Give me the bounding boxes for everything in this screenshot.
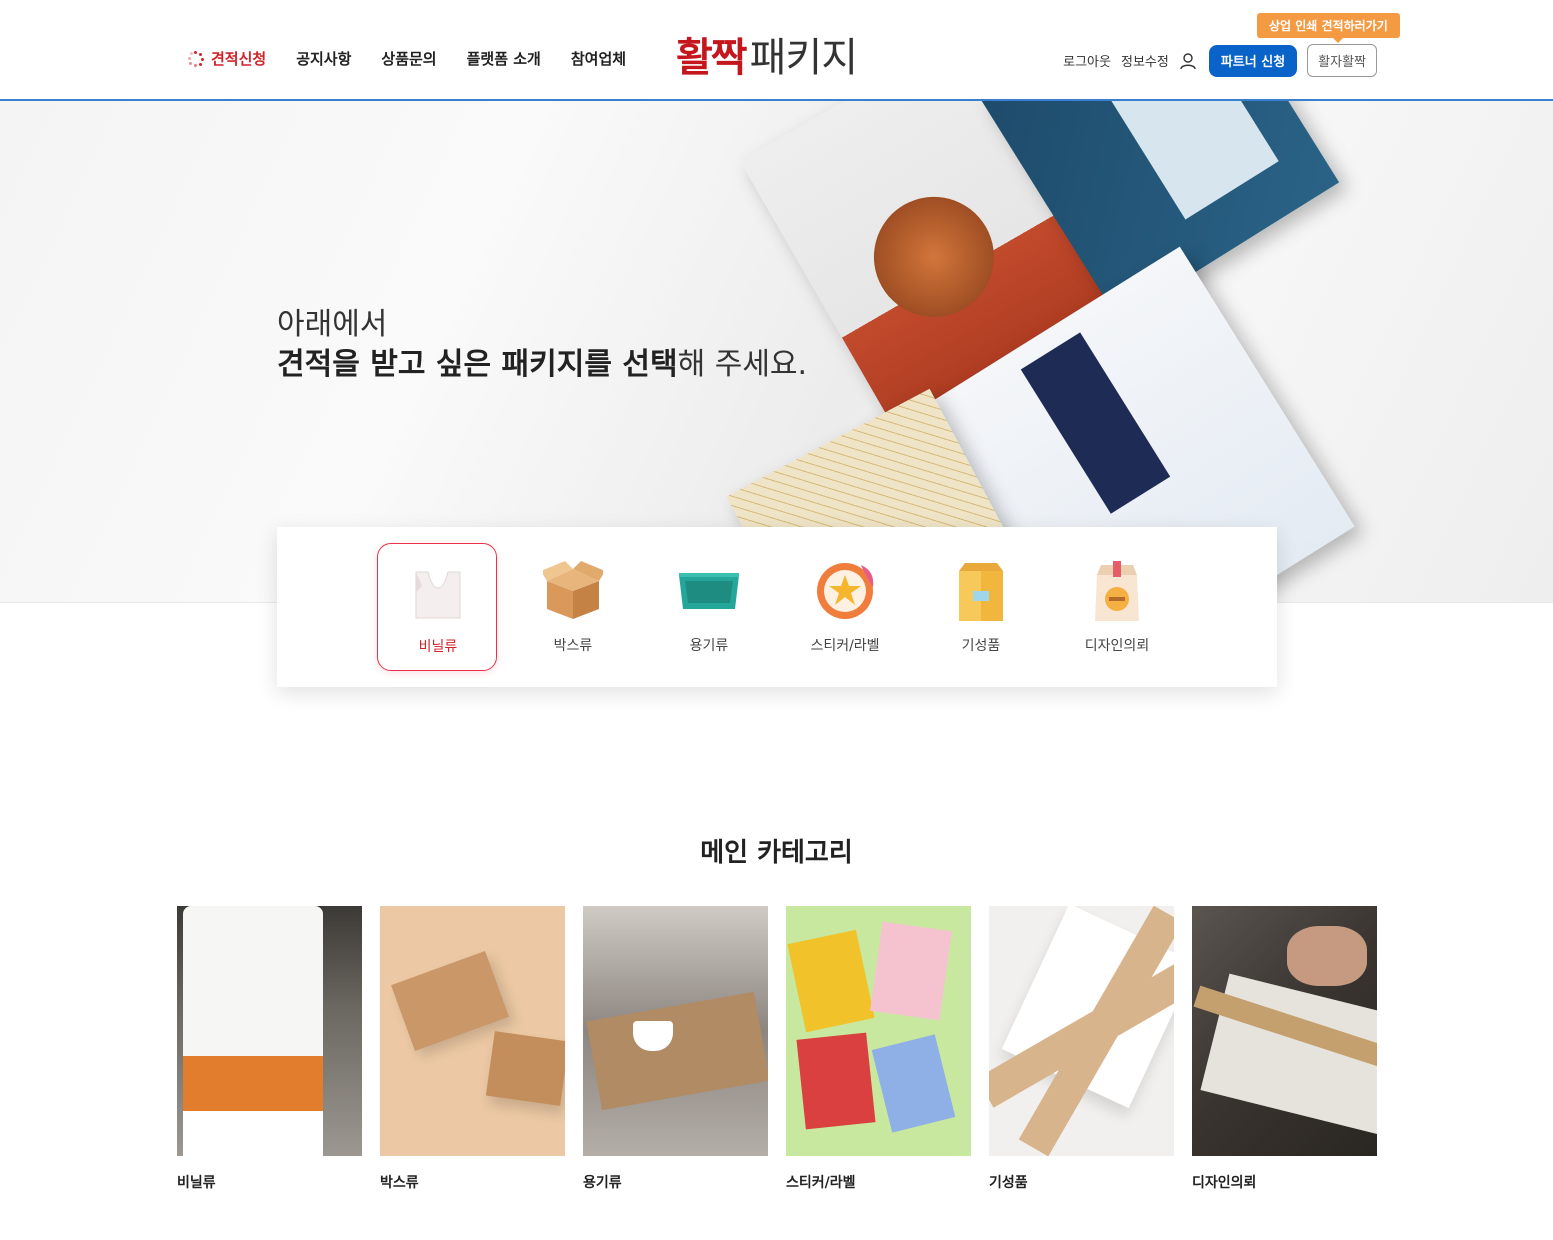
- main-category-card-vinyl[interactable]: 비닐류: [177, 906, 362, 1192]
- card-image: [786, 906, 971, 1156]
- box-shape: [391, 951, 509, 1051]
- nav-label: 공지사항: [296, 50, 352, 68]
- card-image: [989, 906, 1174, 1156]
- nav-item-inquiry[interactable]: 상품문의: [381, 48, 436, 69]
- design-request-icon: [1095, 561, 1139, 621]
- card-label: 용기류: [583, 1175, 622, 1191]
- card-label: 스티커/라벨: [786, 1175, 856, 1191]
- container-tray-icon: [679, 573, 739, 609]
- user-icon[interactable]: [1179, 52, 1197, 70]
- main-nav: 견적신청 공지사항 상품문의 플랫폼 소개 참여업체: [188, 48, 656, 69]
- card-label: 디자인의뢰: [1192, 1175, 1257, 1191]
- coffee-bag-shape: [183, 906, 323, 1156]
- logout-link[interactable]: 로그아웃: [1063, 51, 1111, 70]
- main-category-card-container[interactable]: 용기류: [583, 906, 768, 1192]
- card-image: [1192, 906, 1377, 1156]
- package-label: [1020, 332, 1171, 514]
- util-menu: 로그아웃 정보수정 파트너 신청 활자활짝: [1063, 44, 1377, 77]
- card-image: [583, 906, 768, 1156]
- partner-apply-button[interactable]: 파트너 신청: [1208, 44, 1298, 77]
- category-tab-vinyl[interactable]: 비닐류: [377, 543, 497, 671]
- tray-shape: [586, 991, 768, 1111]
- card-label: 기성품: [989, 1175, 1028, 1191]
- category-tab-label: 박스류: [553, 638, 593, 654]
- main-category-card-design[interactable]: 디자인의뢰: [1192, 906, 1377, 1192]
- nav-label: 상품문의: [381, 50, 437, 68]
- ready-made-bag-icon: [959, 563, 1003, 621]
- commercial-print-tooltip[interactable]: 상업 인쇄 견적하러가기: [1257, 13, 1400, 43]
- category-tab-box[interactable]: 박스류: [513, 543, 633, 671]
- sticky-memo: [870, 921, 952, 1021]
- nav-item-notice[interactable]: 공지사항: [296, 48, 351, 69]
- main-category-card-sticker[interactable]: 스티커/라벨: [786, 906, 971, 1192]
- card-label: 박스류: [380, 1175, 419, 1191]
- category-tab-label: 스티커/라벨: [810, 638, 880, 654]
- hero-line-2: 견적을 받고 싶은 패키지를 선택해 주세요.: [277, 345, 807, 385]
- vinyl-bag-icon: [415, 571, 461, 619]
- site-header: 견적신청 공지사항 상품문의 플랫폼 소개 참여업체 활짝 패키지 로그아웃 정…: [0, 0, 1553, 101]
- main-category-card-readymade[interactable]: 기성품: [989, 906, 1174, 1192]
- logo-text-sub: 패키지: [749, 35, 858, 81]
- box-icon: [543, 561, 603, 619]
- sticky-memo: [871, 1034, 956, 1133]
- edit-info-link[interactable]: 정보수정: [1121, 51, 1169, 70]
- card-image: [177, 906, 362, 1156]
- category-tab-sticker[interactable]: 스티커/라벨: [785, 543, 905, 671]
- category-tab-container[interactable]: 용기류: [649, 543, 769, 671]
- card-label: 비닐류: [177, 1175, 216, 1191]
- category-tab-label: 용기류: [689, 638, 729, 654]
- nav-item-platform[interactable]: 플랫폼 소개: [467, 48, 541, 69]
- hero-text: 아래에서 견적을 받고 싶은 패키지를 선택해 주세요.: [277, 305, 807, 385]
- nav-label: 견적신청: [211, 50, 267, 68]
- nav-label: 플랫폼 소개: [466, 50, 541, 68]
- main-category-card-box[interactable]: 박스류: [380, 906, 565, 1192]
- brand-link-button[interactable]: 활자활짝: [1307, 44, 1377, 77]
- hero-line-1: 아래에서: [277, 307, 388, 342]
- spinner-icon: [188, 50, 204, 67]
- box-shape: [485, 1031, 565, 1106]
- category-selector: 비닐류 박스류 용기류 스티커/라벨 기성품 디자인의뢰: [277, 527, 1277, 687]
- sticker-label-icon: [817, 563, 874, 619]
- nav-label: 참여업체: [570, 50, 627, 68]
- category-tab-readymade[interactable]: 기성품: [921, 543, 1041, 671]
- nav-item-partners[interactable]: 참여업체: [571, 48, 626, 69]
- sticky-memo: [787, 929, 875, 1033]
- category-tab-label: 비닐류: [418, 639, 458, 655]
- category-tab-design[interactable]: 디자인의뢰: [1057, 543, 1177, 671]
- card-image: [380, 906, 565, 1156]
- category-tab-label: 디자인의뢰: [1084, 638, 1150, 654]
- main-category-title: 메인 카테고리: [700, 838, 853, 868]
- food-photo: [851, 174, 1016, 339]
- category-tab-label: 기성품: [961, 638, 1001, 654]
- sticky-memo: [796, 1032, 876, 1130]
- hero-line-2-bold: 견적을 받고 싶은 패키지를 선택: [277, 347, 678, 382]
- logo-text-main: 활짝: [676, 35, 748, 81]
- hero-line-2-rest: 해 주세요.: [677, 347, 808, 382]
- hand-shape: [1287, 926, 1367, 986]
- package-window: [1105, 101, 1279, 220]
- site-logo[interactable]: 활짝 패키지: [676, 26, 858, 82]
- nav-item-estimate[interactable]: 견적신청: [188, 48, 266, 69]
